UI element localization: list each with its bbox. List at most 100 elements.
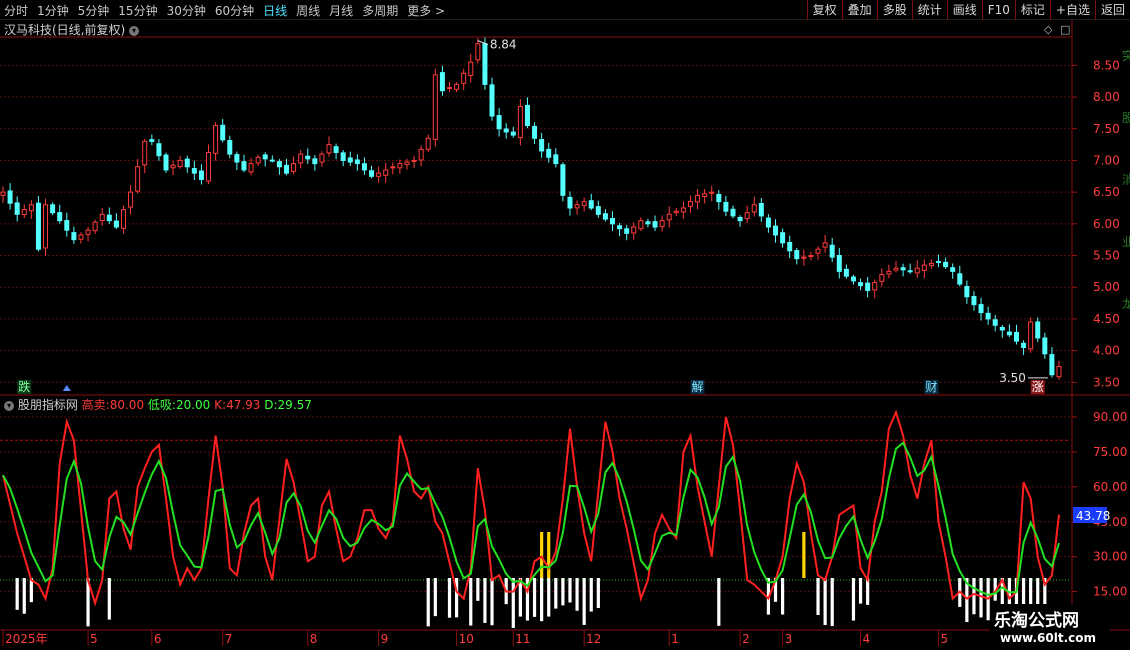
candle-body (1035, 321, 1041, 339)
right-edge-char: 龙 (1122, 297, 1130, 311)
period-tab-7[interactable]: 周线 (296, 2, 320, 19)
candle-body (120, 209, 126, 229)
candle-body (914, 267, 920, 274)
candle-body (815, 248, 821, 254)
candle-body (106, 214, 112, 222)
period-tab-3[interactable]: 15分钟 (118, 2, 157, 19)
tool-button-8[interactable]: 返回 (1094, 0, 1130, 20)
candle-body (71, 232, 77, 241)
signal-bar-white (816, 578, 820, 616)
x-axis-label: 2 (742, 632, 750, 646)
signal-bar-white (830, 578, 834, 627)
tool-button-6[interactable]: 标记 (1014, 0, 1050, 20)
candle-body (276, 161, 282, 168)
x-axis-label: 6 (154, 632, 162, 646)
price-axis-label: 4.50 (1093, 312, 1120, 326)
price-axis-label: 7.00 (1093, 153, 1120, 167)
period-tab-9[interactable]: 多周期 (362, 2, 398, 19)
candle-body (773, 225, 779, 236)
tool-button-1[interactable]: 叠加 (841, 0, 877, 20)
tool-button-7[interactable]: +自选 (1049, 0, 1095, 20)
candle-body (404, 161, 410, 165)
candle-body (35, 202, 41, 250)
price-axis-label: 3.50 (1093, 375, 1120, 389)
high-sell-value: 80.00 (109, 398, 145, 412)
signal-bar-white (426, 578, 430, 627)
candle-body (128, 191, 134, 208)
candle-body (1028, 321, 1034, 350)
candle-body (808, 255, 814, 258)
period-tab-6[interactable]: 日线 (263, 2, 287, 19)
top-toolbar: 分时 1分钟 5分钟 15分钟 30分钟 60分钟 日线 周线 月线 多周期 更多 > 复权 叠加 多股… (0, 0, 1130, 20)
candle-body (191, 168, 197, 174)
candle-body (709, 191, 715, 194)
candle-body (454, 83, 460, 90)
candle-body (567, 196, 573, 209)
signal-bar-white (858, 578, 863, 604)
d-value: 29.57 (277, 398, 312, 412)
signal-bar-white (554, 578, 558, 609)
tool-button-5[interactable]: F10 (981, 0, 1015, 20)
signal-bar-white (596, 578, 600, 609)
candle-body (928, 262, 934, 267)
right-edge-char: 业 (1122, 235, 1130, 249)
watermark-main: 乐淘公式网 (994, 611, 1079, 631)
candle-body (149, 139, 155, 142)
watermark: 乐淘公式网 www.60lt.com (990, 604, 1110, 650)
candle-body (475, 43, 481, 61)
candle-body (539, 139, 545, 152)
square-icon: □ (1060, 23, 1070, 36)
candle-body (872, 281, 878, 291)
candle-body (546, 148, 552, 158)
candle-body (64, 220, 70, 231)
candle-body (943, 261, 949, 268)
candle-body (652, 221, 658, 228)
candle-body (1056, 365, 1062, 378)
period-tab-10[interactable]: 更多 > (407, 2, 445, 19)
x-axis-label: 8 (310, 632, 318, 646)
chevron-down-icon[interactable]: ▾ (4, 400, 14, 411)
event-marker-text: 解 (692, 380, 704, 394)
price-axis-label: 5.50 (1093, 249, 1120, 263)
current-value-text: 43.78 (1076, 509, 1110, 523)
period-tab-4[interactable]: 30分钟 (167, 2, 206, 19)
tool-buttons: 复权 叠加 多股 统计 画线 F10 标记 +自选 返回 (806, 0, 1130, 20)
period-tab-5[interactable]: 60分钟 (215, 2, 254, 19)
tool-button-2[interactable]: 多股 (876, 0, 912, 20)
low-price-label: 3.50 (999, 371, 1026, 385)
price-axis-label: 6.50 (1093, 185, 1120, 199)
period-tab-8[interactable]: 月线 (329, 2, 353, 19)
candle-body (971, 296, 977, 306)
candle-body (624, 228, 630, 234)
candle-body (510, 131, 516, 136)
main-chart-title-row: 汉马科技(日线,前复权) ▾ (4, 21, 140, 38)
candles (0, 37, 1062, 380)
tool-button-0[interactable]: 复权 (806, 0, 842, 20)
candle-body (369, 170, 375, 177)
candle-body (560, 164, 566, 196)
candle-body (312, 158, 318, 165)
candle-body (921, 264, 927, 271)
candle-body (900, 267, 906, 271)
signal-bar-white (823, 578, 827, 626)
candle-body (461, 72, 467, 84)
tool-button-3[interactable]: 统计 (911, 0, 947, 20)
candle-body (617, 225, 623, 230)
candle-body (383, 169, 389, 176)
period-tab-1[interactable]: 1分钟 (37, 2, 69, 19)
candle-body (1049, 354, 1055, 376)
chart-canvas[interactable]: 8.50 8.00 7.50 7.00 6.50 6.00 5.50 5.00 4.50 4.00… (0, 0, 1130, 650)
candle-body (801, 256, 807, 259)
chevron-down-icon[interactable]: ▾ (129, 25, 140, 36)
candle-body (206, 152, 212, 182)
candle-body (858, 282, 864, 287)
candle-body (347, 157, 353, 163)
candle-body (751, 204, 757, 213)
candle-body (198, 170, 204, 180)
candle-body (425, 137, 431, 150)
candle-body (780, 232, 786, 244)
tool-button-4[interactable]: 画线 (946, 0, 982, 20)
period-tab-0[interactable]: 分时 (4, 2, 28, 19)
candle-body (496, 115, 502, 130)
period-tab-2[interactable]: 5分钟 (78, 2, 110, 19)
